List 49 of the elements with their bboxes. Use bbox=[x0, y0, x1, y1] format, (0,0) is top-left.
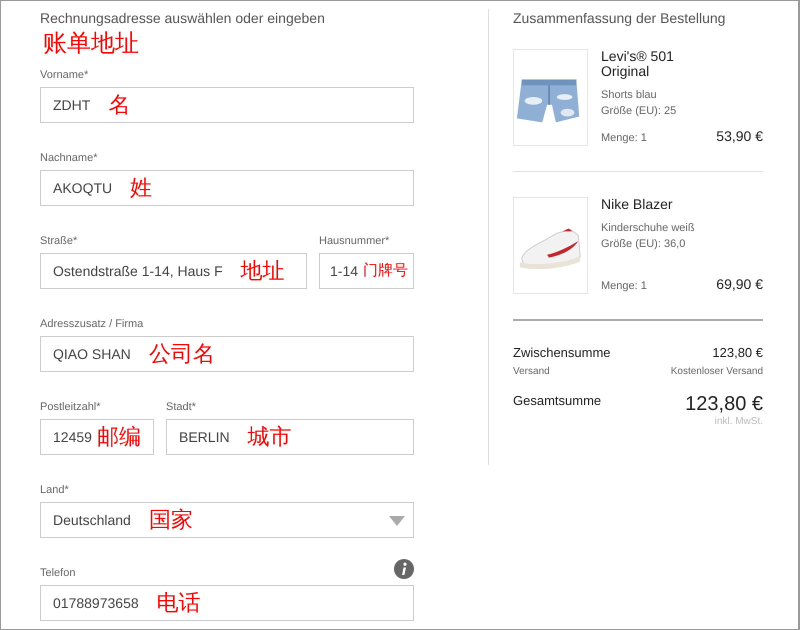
product-price: 53,90 € bbox=[716, 128, 763, 144]
product-quantity: Menge: 1 bbox=[601, 279, 647, 294]
input-field[interactable]: Ostendstraße 1-14, Haus F 地址 bbox=[40, 253, 307, 289]
product-description: Kinderschuhe weiß bbox=[601, 221, 696, 236]
product-size: Größe (EU): 25 bbox=[601, 104, 678, 119]
shipping-value: Kostenloser Versand bbox=[670, 366, 763, 377]
field-label: Nachname* bbox=[40, 152, 98, 164]
tax-note: inkl. MwSt. bbox=[714, 416, 763, 427]
subtotal-amount: 123,80 € bbox=[712, 345, 763, 360]
product-size: Größe (EU): 36,0 bbox=[601, 237, 686, 252]
annotation-text: 账单地址 bbox=[43, 30, 140, 58]
caret-icon bbox=[389, 516, 405, 526]
input-field[interactable]: BERLIN 城市 bbox=[166, 419, 414, 455]
field-label: Postleitzahl* bbox=[40, 401, 101, 413]
total-amount: 123,80 € bbox=[685, 393, 763, 416]
subtotal-label: Zwischensumme bbox=[513, 345, 611, 360]
product-name: Levi's® 501 Original bbox=[601, 49, 675, 79]
product-description: Shorts blau bbox=[601, 88, 658, 103]
field-label: Adresszusatz / Firma bbox=[40, 318, 144, 330]
annotation-text: 门牌号 bbox=[363, 261, 408, 281]
field-label: Telefon bbox=[40, 567, 76, 579]
total-label: Gesamtsumme bbox=[513, 393, 602, 408]
input-field[interactable]: QIAO SHAN 公司名 bbox=[40, 336, 414, 372]
annotation-text: 姓 bbox=[130, 176, 152, 200]
input-field[interactable]: 1-14 门牌号 bbox=[319, 253, 414, 289]
shipping-label: Versand bbox=[513, 366, 550, 377]
info-icon[interactable] bbox=[394, 559, 414, 579]
product-price: 69,90 € bbox=[716, 276, 763, 292]
field-label: Vorname* bbox=[40, 69, 88, 81]
field-label: Hausnummer* bbox=[319, 235, 390, 247]
annotation-text: 国家 bbox=[148, 508, 193, 532]
annotation-text: 地址 bbox=[240, 259, 285, 283]
annotation-text: 公司名 bbox=[148, 342, 215, 366]
input-field[interactable]: AKOQTU 姓 bbox=[40, 170, 414, 206]
form-heading: Rechnungsadresse auswählen oder eingeben bbox=[40, 10, 326, 26]
input-field[interactable]: 01788973658 电话 bbox=[40, 585, 414, 621]
product-name: Nike Blazer bbox=[601, 197, 674, 212]
field-label: Straße* bbox=[40, 235, 78, 247]
annotation-text: 邮编 bbox=[96, 425, 141, 449]
annotation-text: 名 bbox=[108, 93, 130, 117]
input-field[interactable]: ZDHT 名 bbox=[40, 87, 414, 123]
input-field[interactable]: 12459 邮编 bbox=[40, 419, 154, 455]
annotation-text: 城市 bbox=[248, 425, 292, 449]
field-label: Land* bbox=[40, 484, 69, 496]
product-quantity: Menge: 1 bbox=[601, 131, 647, 146]
annotation-text: 电话 bbox=[156, 591, 201, 615]
field-label: Stadt* bbox=[166, 401, 196, 413]
country-dropdown[interactable]: Deutschland 国家 bbox=[40, 502, 414, 538]
summary-heading: Zusammenfassung der Bestellung bbox=[513, 10, 726, 26]
